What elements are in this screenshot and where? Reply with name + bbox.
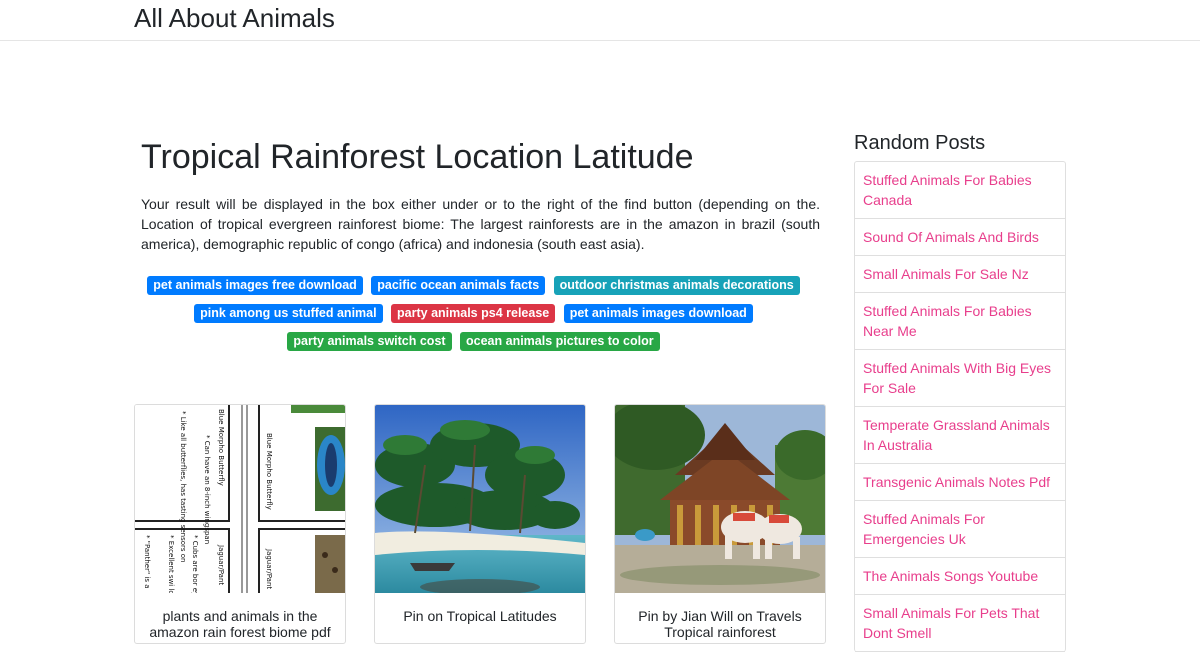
card-image-tropical-beach <box>375 405 585 593</box>
random-post-link[interactable]: Stuffed Animals For Babies Canada <box>855 162 1065 219</box>
navbar: All About Animals <box>0 0 1200 41</box>
card-caption[interactable]: plants and animals in the amazon rain fo… <box>135 593 345 640</box>
card-text: Jaguar/Pant <box>265 548 273 589</box>
tag-list: pet animals images free download pacific… <box>141 271 806 355</box>
card-text: Blue Morpho Butterfly <box>265 433 273 510</box>
card-caption[interactable]: Pin by Jian Will on Travels Tropical rai… <box>615 593 825 640</box>
tag-link[interactable]: party animals ps4 release <box>391 304 556 323</box>
card-image-temple-elephants <box>615 405 825 593</box>
post-card[interactable]: Pin on Tropical Latitudes <box>374 404 586 644</box>
card-text: Jaguar/Pant <box>217 544 225 585</box>
tag-link[interactable]: pacific ocean animals facts <box>371 276 546 295</box>
sidebar-title: Random Posts <box>854 132 986 154</box>
random-post-link[interactable]: Small Animals For Pets That Dont Smell <box>855 595 1065 652</box>
random-posts-list: Stuffed Animals For Babies Canada Sound … <box>854 161 1066 652</box>
card-text: * Can have an 8-inch wingspan <box>203 435 211 544</box>
card-image-rainforest-cards: Blue Morpho Butterfly * Can have an 8-in… <box>135 405 345 593</box>
random-post-link[interactable]: Sound Of Animals And Birds <box>855 219 1065 256</box>
sidebar: Random Posts Stuffed Animals For Babies … <box>854 130 1066 652</box>
tag-link[interactable]: outdoor christmas animals decorations <box>553 276 800 295</box>
post-card[interactable]: Blue Morpho Butterfly * Can have an 8-in… <box>134 404 346 644</box>
card-caption[interactable]: Pin on Tropical Latitudes <box>375 593 585 624</box>
random-post-link[interactable]: The Animals Songs Youtube <box>855 558 1065 595</box>
random-post-link[interactable]: Stuffed Animals For Babies Near Me <box>855 293 1065 350</box>
card-text: * Cubs are bor eyes and ears c <box>191 535 199 593</box>
random-post-link[interactable]: Stuffed Animals With Big Eyes For Sale <box>855 350 1065 407</box>
tag-link[interactable]: party animals switch cost <box>287 332 452 351</box>
main-content: Tropical Rainforest Location Latitude Yo… <box>134 130 826 355</box>
tag-link[interactable]: pet animals images download <box>563 304 753 323</box>
card-grid: Blue Morpho Butterfly * Can have an 8-in… <box>134 404 826 644</box>
page-title: Tropical Rainforest Location Latitude <box>141 138 694 176</box>
random-post-link[interactable]: Stuffed Animals For Emergencies Uk <box>855 501 1065 558</box>
random-post-link[interactable]: Temperate Grassland Animals In Australia <box>855 407 1065 464</box>
article-summary: Your result will be displayed in the box… <box>141 196 820 252</box>
card-text: Blue Morpho Butterfly <box>217 409 225 486</box>
random-post-link[interactable]: Transgenic Animals Notes Pdf <box>855 464 1065 501</box>
tag-link[interactable]: pet animals images free download <box>147 276 363 295</box>
site-brand[interactable]: All About Animals <box>134 3 335 33</box>
post-card[interactable]: Pin by Jian Will on Travels Tropical rai… <box>614 404 826 644</box>
tag-link[interactable]: pink among us stuffed animal <box>194 304 383 323</box>
random-post-link[interactable]: Small Animals For Sale Nz <box>855 256 1065 293</box>
card-text: * Like all butterflies, has tasting sens… <box>179 411 187 562</box>
card-text: * Excellent swi love wate <box>167 535 175 593</box>
card-text: * "Panther" is a <box>143 535 151 589</box>
tag-link[interactable]: ocean animals pictures to color <box>460 332 660 351</box>
